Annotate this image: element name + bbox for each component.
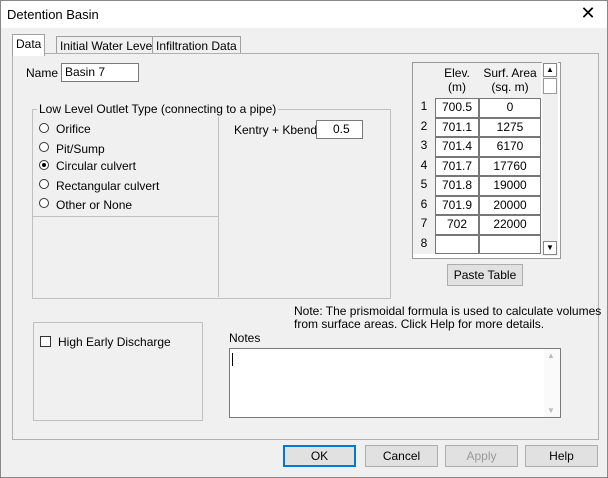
elev-cell[interactable]: 701.1 bbox=[435, 117, 479, 137]
radio-other-or-none[interactable] bbox=[39, 198, 49, 208]
note-line-2: from surface areas. Click Help for more … bbox=[294, 317, 545, 331]
notes-textarea[interactable]: ▲ ▼ bbox=[229, 348, 561, 418]
surf-area-cell[interactable]: 19000 bbox=[479, 176, 541, 196]
elev-header-line1: Elev. bbox=[444, 66, 470, 80]
apply-button: Apply bbox=[445, 445, 518, 467]
radio-other-or-none-label: Other or None bbox=[56, 198, 133, 212]
scroll-thumb[interactable] bbox=[543, 78, 557, 94]
elev-cell[interactable]: 701.9 bbox=[435, 195, 479, 215]
high-early-discharge-label: High Early Discharge bbox=[58, 335, 171, 349]
name-label: Name bbox=[26, 66, 59, 80]
divider bbox=[218, 117, 219, 297]
table-row-number: 5 bbox=[413, 176, 435, 196]
paste-table-button[interactable]: Paste Table bbox=[447, 264, 523, 286]
table-row-number: 3 bbox=[413, 137, 435, 157]
table-row-number: 7 bbox=[413, 215, 435, 235]
detention-basin-dialog: Detention Basin ✕ Data Initial Water Lev… bbox=[0, 0, 608, 478]
help-button[interactable]: Help bbox=[525, 445, 598, 467]
elev-header-line2: (m) bbox=[448, 80, 466, 94]
divider bbox=[32, 216, 218, 217]
surf-area-column-header: Surf. Area (sq. m) bbox=[479, 63, 541, 98]
title-bar: Detention Basin ✕ bbox=[1, 1, 607, 28]
table-row-number: 4 bbox=[413, 156, 435, 176]
radio-pit-sump[interactable] bbox=[39, 142, 49, 152]
table-row-number: 2 bbox=[413, 117, 435, 137]
kentry-kbends-label: Kentry + Kbends bbox=[234, 123, 324, 137]
surf-area-header-line1: Surf. Area bbox=[483, 66, 537, 80]
scroll-down-icon[interactable]: ▼ bbox=[543, 241, 557, 255]
table-row-number: 8 bbox=[413, 234, 435, 254]
surf-area-cell[interactable]: 0 bbox=[479, 98, 541, 118]
radio-orifice[interactable] bbox=[39, 123, 49, 133]
text-cursor bbox=[232, 353, 233, 366]
elevation-area-table[interactable]: Elev. (m) Surf. Area (sq. m) 1 700.5 0 2 701… bbox=[412, 62, 561, 259]
tab-data[interactable]: Data bbox=[12, 34, 46, 56]
table-row-number: 1 bbox=[413, 98, 435, 118]
notes-scroll-down-icon[interactable]: ▼ bbox=[547, 406, 555, 415]
radio-rectangular-culvert-label: Rectangular culvert bbox=[56, 179, 160, 193]
surf-area-cell[interactable]: 17760 bbox=[479, 156, 541, 176]
tab-initial-water-level-label: Initial Water Level bbox=[60, 39, 155, 53]
name-input[interactable]: Basin 7 bbox=[61, 63, 139, 82]
notes-label: Notes bbox=[229, 331, 261, 345]
notes-scroll-up-icon[interactable]: ▲ bbox=[547, 351, 555, 360]
elev-cell[interactable]: 701.7 bbox=[435, 156, 479, 176]
radio-rectangular-culvert[interactable] bbox=[39, 179, 49, 189]
scroll-up-icon[interactable]: ▲ bbox=[543, 63, 557, 77]
elev-cell[interactable] bbox=[435, 234, 479, 254]
kentry-kbends-input[interactable]: 0.5 bbox=[316, 120, 363, 139]
elev-cell[interactable]: 701.4 bbox=[435, 137, 479, 157]
cancel-button[interactable]: Cancel bbox=[365, 445, 438, 467]
radio-circular-culvert[interactable] bbox=[39, 160, 49, 170]
close-icon[interactable]: ✕ bbox=[579, 4, 597, 22]
table-vertical-scrollbar[interactable]: ▲ ▼ bbox=[542, 62, 558, 256]
notes-scrollbar[interactable]: ▲ ▼ bbox=[544, 349, 560, 417]
outlet-type-group-label: Low Level Outlet Type (connecting to a p… bbox=[37, 102, 279, 116]
surf-area-header-line2: (sq. m) bbox=[491, 80, 529, 94]
high-early-discharge-checkbox[interactable] bbox=[40, 336, 51, 347]
dialog-title: Detention Basin bbox=[7, 7, 99, 22]
tab-infiltration-data-label: Infiltration Data bbox=[156, 39, 237, 53]
table-row-number: 6 bbox=[413, 195, 435, 215]
radio-orifice-label: Orifice bbox=[56, 122, 91, 136]
surf-area-cell[interactable]: 1275 bbox=[479, 117, 541, 137]
note-line-1: Note: The prismoidal formula is used to … bbox=[294, 304, 602, 318]
ok-button[interactable]: OK bbox=[283, 445, 356, 467]
surf-area-cell[interactable] bbox=[479, 234, 541, 254]
surf-area-cell[interactable]: 22000 bbox=[479, 215, 541, 235]
radio-pit-sump-label: Pit/Sump bbox=[56, 142, 105, 156]
elev-cell[interactable]: 702 bbox=[435, 215, 479, 235]
surf-area-cell[interactable]: 20000 bbox=[479, 195, 541, 215]
tab-data-label: Data bbox=[16, 37, 42, 51]
elev-cell[interactable]: 701.8 bbox=[435, 176, 479, 196]
radio-circular-culvert-label: Circular culvert bbox=[56, 159, 137, 173]
elev-column-header: Elev. (m) bbox=[435, 63, 479, 98]
surf-area-cell[interactable]: 6170 bbox=[479, 137, 541, 157]
table-corner-header bbox=[413, 63, 435, 98]
elev-cell[interactable]: 700.5 bbox=[435, 98, 479, 118]
